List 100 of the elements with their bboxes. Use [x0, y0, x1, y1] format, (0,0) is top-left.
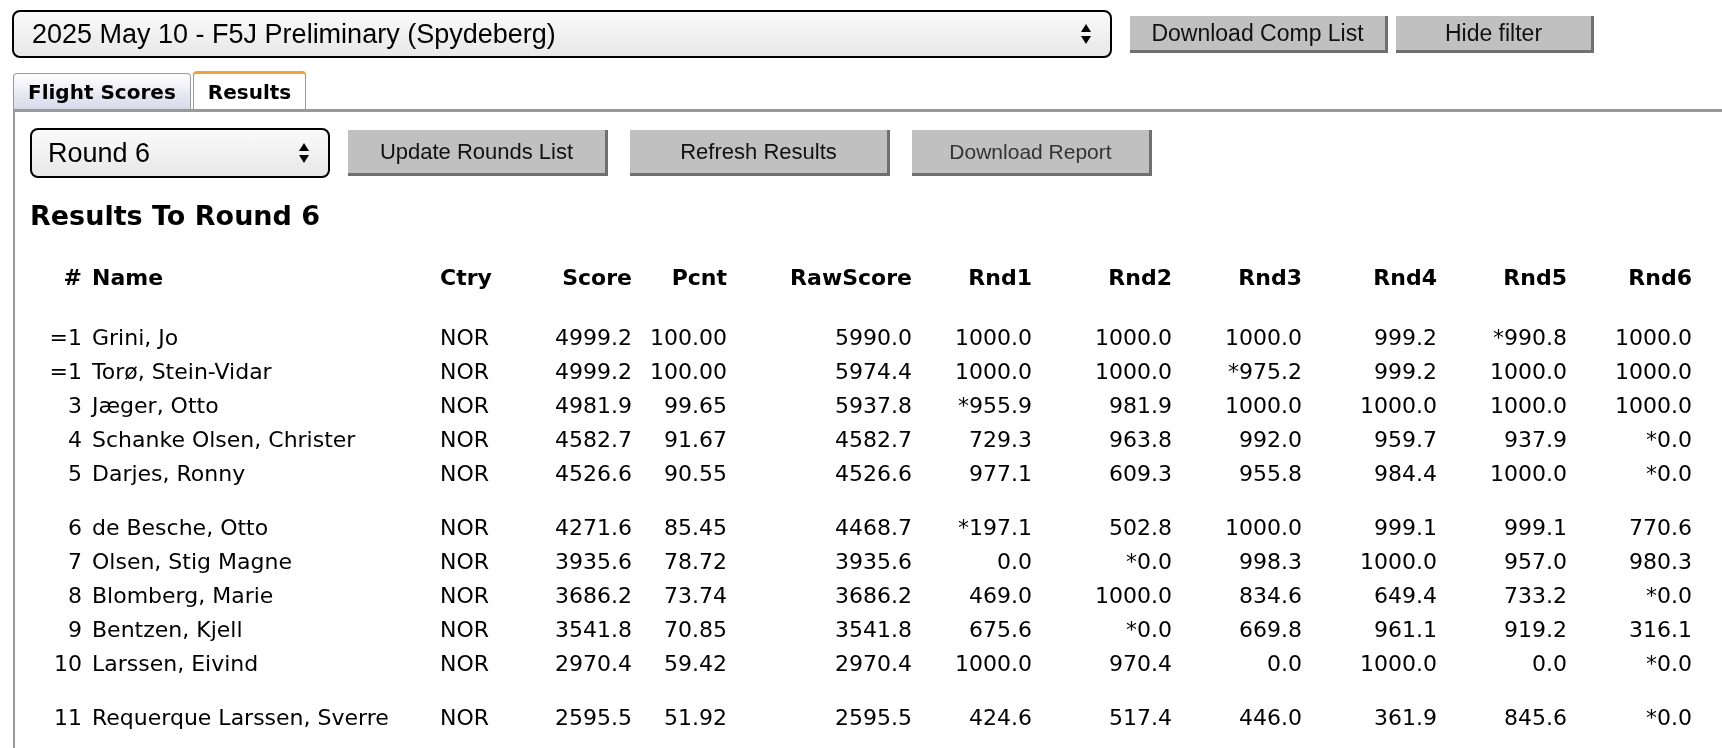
up-down-arrows-icon [1080, 23, 1092, 45]
column-header: Rnd1 [968, 264, 1032, 290]
table-cell: 8 [68, 582, 82, 608]
table-cell: 99.65 [664, 392, 727, 418]
table-cell: 2970.4 [555, 650, 632, 676]
column-header: Rnd5 [1503, 264, 1567, 290]
action-button[interactable]: Update Rounds List [348, 130, 608, 176]
table-cell: 1000.0 [1360, 548, 1437, 574]
table-cell: 998.3 [1239, 548, 1302, 574]
table-cell: 999.2 [1374, 324, 1437, 350]
table-cell: 999.1 [1374, 514, 1437, 540]
tab[interactable]: Results [192, 71, 307, 109]
table-cell: 961.1 [1374, 616, 1437, 642]
table-cell: 1000.0 [955, 324, 1032, 350]
table-cell: Grini, Jo [92, 324, 179, 350]
table-cell: 970.4 [1109, 650, 1172, 676]
table-cell: 609.3 [1109, 460, 1172, 486]
table-cell: NOR [440, 514, 490, 540]
table-cell: 1000.0 [1490, 358, 1567, 384]
table-cell: 7 [68, 548, 82, 574]
table-cell: 981.9 [1109, 392, 1172, 418]
table-cell: 5990.0 [835, 324, 912, 350]
table-cell: 4 [68, 426, 82, 452]
table-cell: 3935.6 [835, 548, 912, 574]
table-cell: 85.45 [664, 514, 727, 540]
table-cell: 1000.0 [1490, 460, 1567, 486]
table-cell: de Besche, Otto [92, 514, 269, 540]
column-header: Score [562, 264, 632, 290]
table-cell: 59.42 [664, 650, 727, 676]
table-cell: =1 [49, 358, 82, 384]
action-button[interactable]: Refresh Results [630, 130, 890, 176]
table-cell: 1000.0 [1095, 358, 1172, 384]
table-cell: Jæger, Otto [92, 392, 219, 418]
competition-select[interactable]: 2025 May 10 - F5J Preliminary (Spydeberg) [12, 10, 1112, 58]
table-cell: 1000.0 [1360, 392, 1437, 418]
table-cell: NOR [440, 324, 490, 350]
table-cell: Blomberg, Marie [92, 582, 274, 608]
table-cell: 70.85 [664, 616, 727, 642]
table-cell: 4582.7 [835, 426, 912, 452]
table-cell: 955.8 [1239, 460, 1302, 486]
table-cell: 1000.0 [955, 650, 1032, 676]
table-cell: *0.0 [1646, 426, 1692, 452]
table-cell: 963.8 [1109, 426, 1172, 452]
results-heading: Results To Round 6 [30, 200, 322, 233]
table-cell: 1000.0 [1490, 392, 1567, 418]
table-cell: Olsen, Stig Magne [92, 548, 292, 574]
toolbar-button[interactable]: Hide filter [1396, 16, 1594, 53]
table-cell: 4271.6 [555, 514, 632, 540]
table-cell: NOR [440, 704, 490, 730]
table-cell: *0.0 [1126, 548, 1172, 574]
table-cell: 977.1 [969, 460, 1032, 486]
table-cell: Torø, Stein-Vidar [92, 358, 272, 384]
table-cell: 770.6 [1629, 514, 1692, 540]
table-cell: 3 [68, 392, 82, 418]
table-cell: 0.0 [1532, 650, 1567, 676]
table-cell: 675.6 [969, 616, 1032, 642]
table-cell: 669.8 [1239, 616, 1302, 642]
table-cell: 446.0 [1239, 704, 1302, 730]
table-cell: *975.2 [1228, 358, 1302, 384]
table-cell: *955.9 [958, 392, 1032, 418]
table-cell: NOR [440, 616, 490, 642]
round-select[interactable]: Round 6 [30, 128, 330, 178]
table-cell: Requerque Larssen, Sverre [92, 704, 389, 730]
table-cell: 1000.0 [1095, 324, 1172, 350]
tab[interactable]: Flight Scores [13, 73, 191, 109]
table-cell: *0.0 [1646, 650, 1692, 676]
table-cell: *0.0 [1646, 582, 1692, 608]
table-cell: 100.00 [650, 358, 727, 384]
table-cell: 1000.0 [1225, 514, 1302, 540]
column-header: Pcnt [671, 264, 727, 290]
table-cell: *0.0 [1126, 616, 1172, 642]
table-cell: 4526.6 [555, 460, 632, 486]
table-cell: 959.7 [1374, 426, 1437, 452]
table-cell: =1 [49, 324, 82, 350]
action-button[interactable]: Download Report [912, 130, 1152, 176]
table-cell: 834.6 [1239, 582, 1302, 608]
table-cell: 0.0 [1267, 650, 1302, 676]
table-cell: 937.9 [1504, 426, 1567, 452]
table-cell: 361.9 [1374, 704, 1437, 730]
table-cell: 1000.0 [955, 358, 1032, 384]
table-cell: 957.0 [1504, 548, 1567, 574]
table-cell: 5937.8 [835, 392, 912, 418]
table-cell: 4981.9 [555, 392, 632, 418]
table-cell: 4582.7 [555, 426, 632, 452]
table-cell: NOR [440, 582, 490, 608]
table-cell: *990.8 [1493, 324, 1567, 350]
table-cell: Larssen, Eivind [92, 650, 259, 676]
column-header: # [63, 264, 82, 290]
up-down-arrows-icon [298, 142, 310, 164]
table-cell: *0.0 [1646, 460, 1692, 486]
table-cell: 3935.6 [555, 548, 632, 574]
table-cell: Bentzen, Kjell [92, 616, 243, 642]
table-cell: 1000.0 [1095, 582, 1172, 608]
table-cell: 5974.4 [835, 358, 912, 384]
table-cell: NOR [440, 548, 490, 574]
table-cell: 91.67 [664, 426, 727, 452]
column-header: Rnd6 [1628, 264, 1692, 290]
table-cell: 3541.8 [835, 616, 912, 642]
toolbar-button[interactable]: Download Comp List [1130, 16, 1388, 53]
table-cell: 10 [54, 650, 82, 676]
